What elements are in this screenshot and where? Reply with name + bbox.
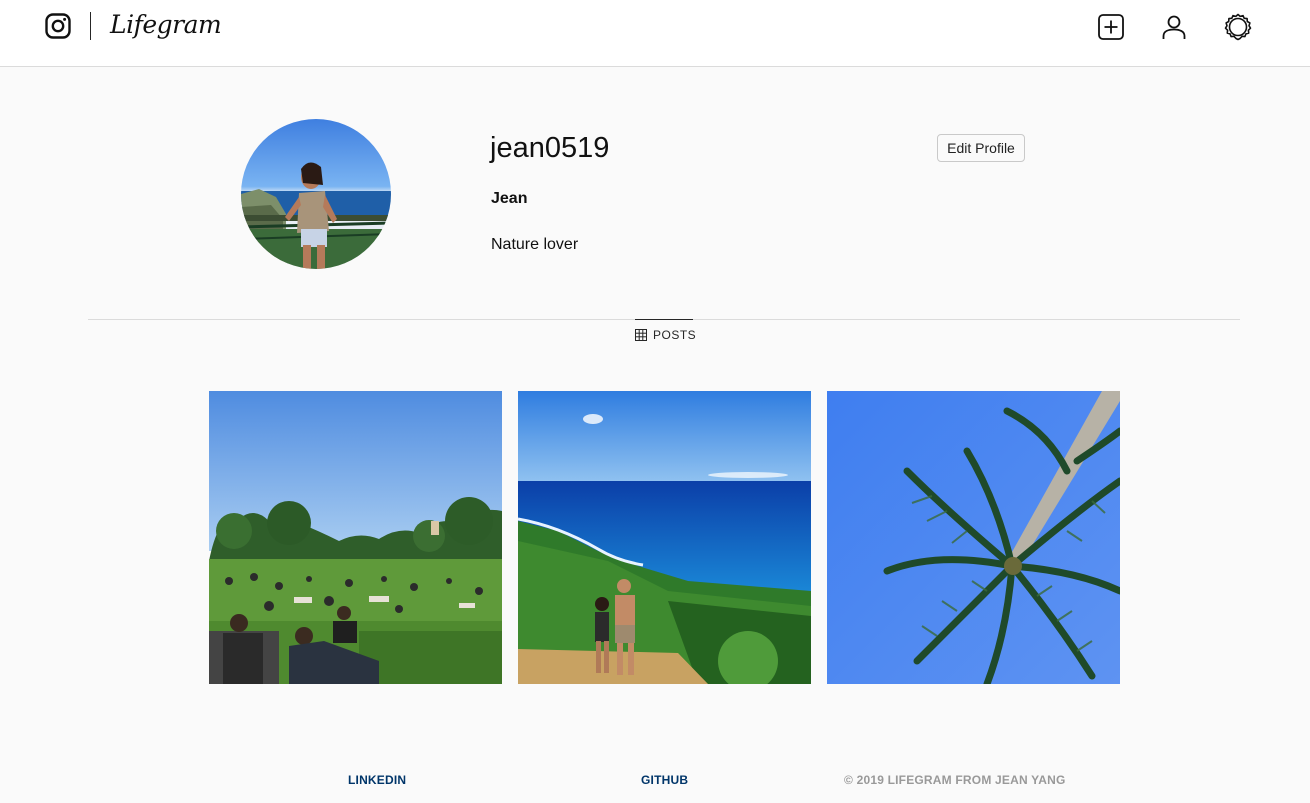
footer-copyright: © 2019 LIFEGRAM FROM JEAN YANG <box>844 773 1066 787</box>
profile-button[interactable] <box>1160 13 1188 41</box>
settings-button[interactable] <box>1224 13 1252 41</box>
edit-profile-button[interactable]: Edit Profile <box>937 134 1025 162</box>
new-post-button[interactable] <box>1097 13 1125 41</box>
profile-bio: Nature lover <box>491 236 579 253</box>
avatar[interactable] <box>241 119 391 269</box>
post-tile[interactable] <box>209 391 502 684</box>
tab-posts[interactable]: POSTS <box>635 319 697 345</box>
user-icon <box>1162 15 1186 39</box>
plus-square-icon <box>1098 14 1124 40</box>
logo-divider <box>90 12 91 40</box>
profile-full-name: Jean <box>491 190 528 207</box>
palm-tree-photo <box>827 391 1120 684</box>
brand-wordmark[interactable]: Lifegram <box>110 10 222 39</box>
footer-linkedin-link[interactable]: LINKEDIN <box>348 773 406 787</box>
footer-github-link[interactable]: GITHUB <box>641 773 688 787</box>
post-tile[interactable] <box>518 391 811 684</box>
grid-icon <box>635 329 647 341</box>
profile-username: jean0519 <box>490 132 610 164</box>
instagram-camera-icon[interactable] <box>45 13 71 39</box>
post-tile[interactable] <box>827 391 1120 684</box>
coastal-hike-photo <box>518 391 811 684</box>
park-lawn-photo <box>209 391 502 684</box>
top-nav-bar: Lifegram <box>0 0 1310 67</box>
tab-posts-label: POSTS <box>653 328 697 342</box>
gear-icon <box>1224 13 1252 41</box>
avatar-photo <box>241 119 391 269</box>
